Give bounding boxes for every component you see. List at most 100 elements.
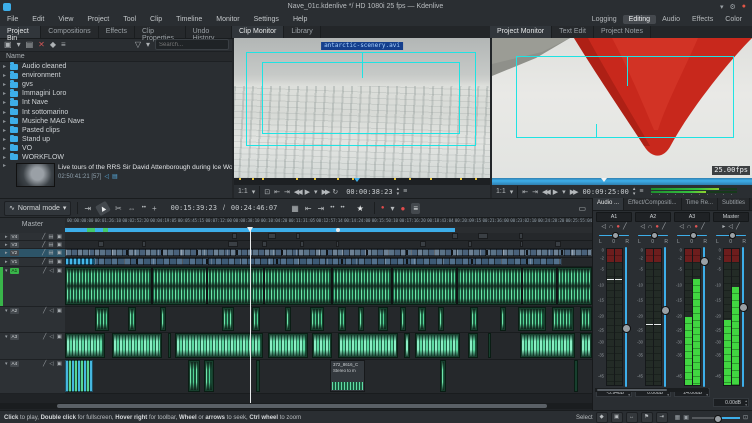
video-clip[interactable]	[268, 233, 276, 239]
bin-folder-row[interactable]: ▸ Int sottomarino	[0, 107, 232, 116]
track-lane-a3[interactable]	[65, 333, 592, 360]
track-header-a3[interactable]: ▾ A3 ╱ ◁ ▣	[0, 333, 65, 360]
speaker-icon[interactable]: ◁	[49, 361, 53, 368]
timeline-scrollbar[interactable]	[0, 403, 592, 409]
video-clip[interactable]	[478, 233, 488, 239]
film-icon[interactable]: ▤	[48, 234, 53, 241]
bin-folder-row[interactable]: ▸ Audio cleaned	[0, 62, 232, 71]
audio-clip[interactable]	[285, 307, 291, 331]
razor-tool-icon[interactable]: ✂	[115, 204, 122, 213]
rewind-icon[interactable]: ◀◀	[542, 188, 551, 196]
audio-clip[interactable]	[500, 307, 506, 331]
lock-icon[interactable]: ▣	[57, 334, 62, 341]
forward-icon[interactable]: ▶▶	[570, 188, 579, 196]
volume-fader[interactable]	[742, 247, 744, 387]
edit-icon[interactable]: ╱	[736, 223, 740, 230]
play-dropdown-icon[interactable]: ▾	[562, 188, 566, 196]
window-shade-icon[interactable]: ▾	[720, 3, 724, 11]
fader-knob[interactable]	[700, 256, 709, 266]
master-track-label[interactable]: Master	[0, 218, 65, 234]
film-icon[interactable]: ▤	[48, 259, 53, 266]
mute-icon[interactable]: ◁	[728, 223, 733, 230]
record-arm-icon[interactable]: ●	[655, 224, 659, 230]
forward-icon[interactable]: ▶▶	[322, 188, 331, 196]
edit-track-icon[interactable]: ╱	[43, 308, 46, 315]
pan-slider[interactable]	[599, 231, 629, 239]
caret-right-icon[interactable]: ▸	[3, 99, 10, 106]
mixer-toggle-icon[interactable]: ≡	[411, 202, 420, 214]
caret-right-icon[interactable]: ▸	[3, 162, 6, 186]
bin-folder-row[interactable]: ▸ Musiche MAG Nave	[0, 116, 232, 126]
tab-audio[interactable]: Audio ...	[593, 198, 625, 210]
video-clip[interactable]	[65, 258, 95, 265]
audio-clip[interactable]	[256, 360, 260, 392]
video-clip[interactable]	[468, 241, 472, 247]
audio-clip-strip[interactable]	[65, 267, 592, 305]
favorite-effects-icon[interactable]: ★	[357, 204, 364, 213]
video-clip-strip[interactable]	[65, 249, 592, 256]
track-lane-v1[interactable]	[65, 258, 592, 267]
tab-compositions[interactable]: Compositions	[41, 26, 99, 38]
bin-folder-row[interactable]: ▸ environment	[0, 71, 232, 80]
edit-track-icon[interactable]: ╱	[42, 234, 45, 241]
thumbnails-icon[interactable]: ▦	[291, 204, 299, 213]
timeline-ruler[interactable]: 00:00:00:00 00:01:26:10 00:02:52:20 00:04:1…	[65, 218, 592, 227]
caret-down-icon[interactable]: ▾	[5, 308, 8, 315]
audio-clip[interactable]	[95, 307, 109, 331]
audio-clip[interactable]	[65, 360, 93, 392]
caret-right-icon[interactable]: ▸	[3, 136, 10, 143]
timecode-spinner-icon[interactable]: ▴ ▾	[397, 186, 400, 197]
track-header-a1[interactable]: ▾ A1 ╱ ◁ ▣	[0, 267, 65, 307]
lock-icon[interactable]: ▣	[57, 268, 62, 275]
menu-timeline[interactable]: Timeline	[169, 16, 209, 23]
zoom-dropdown-icon[interactable]: ▾	[510, 188, 514, 196]
timeline-zoom-slider[interactable]	[691, 413, 740, 423]
playhead-marker[interactable]	[247, 227, 253, 232]
tag-filter-button[interactable]: ◆	[595, 412, 608, 423]
solo-icon[interactable]: ∩	[648, 224, 652, 230]
pan-knob[interactable]	[689, 232, 697, 239]
edit-mode-combo[interactable]: ∿ Normal mode ▾	[4, 200, 72, 216]
audio-clip[interactable]	[468, 333, 478, 358]
audio-clip[interactable]	[112, 333, 162, 358]
zone-in-icon[interactable]: ⇤	[274, 188, 280, 196]
track-header-v3[interactable]: ▸ V3 ╱ ▤ ▣	[0, 241, 65, 249]
tab-project-notes[interactable]: Project Notes	[593, 26, 651, 38]
loop-zone-icon[interactable]: ↻	[332, 188, 338, 196]
tab-project-bin[interactable]: Project Bin	[0, 26, 42, 42]
play-dropdown-icon[interactable]: ▾	[314, 188, 318, 196]
audio-clip[interactable]	[338, 307, 346, 331]
caret-right-icon[interactable]: ▸	[5, 250, 8, 257]
zoom-dropdown-icon[interactable]: ▾	[252, 188, 256, 196]
caret-right-icon[interactable]: ▸	[5, 242, 8, 249]
workspace-color[interactable]: Color	[719, 15, 748, 24]
zone-out-icon[interactable]: ⇥	[284, 188, 290, 196]
selection-tool-icon[interactable]: ▲	[95, 200, 111, 216]
track-header-v2[interactable]: ▸ V2 ╱ ▤ ▣	[0, 249, 65, 258]
lock-icon[interactable]: ▣	[57, 259, 62, 266]
track-lane-v3[interactable]	[65, 241, 592, 249]
caret-right-icon[interactable]: ▸	[3, 127, 10, 134]
tab-undo-history[interactable]: Undo History	[185, 26, 232, 42]
audio-clip[interactable]	[188, 360, 200, 392]
spin-down-icon[interactable]: ▾	[628, 393, 630, 397]
bin-folder-row[interactable]: ▸ Pasted clips	[0, 125, 232, 135]
audio-clip[interactable]	[168, 333, 171, 358]
speaker-icon[interactable]: ◁	[49, 308, 53, 315]
video-clip[interactable]	[300, 241, 304, 247]
spin-down-icon[interactable]: ▾	[706, 393, 708, 397]
filter-icon[interactable]: ▽	[135, 40, 141, 49]
video-clip-strip[interactable]	[65, 258, 562, 265]
video-clip[interactable]	[519, 233, 523, 239]
caret-right-icon[interactable]: ▸	[3, 72, 10, 79]
view-mode-icon[interactable]: ≡	[61, 40, 66, 49]
audio-clip[interactable]	[552, 307, 574, 331]
video-clip[interactable]	[232, 233, 237, 239]
audio-clip[interactable]	[580, 307, 592, 331]
lock-icon[interactable]: ▣	[57, 234, 62, 241]
clip-monitor-video[interactable]: antarctic-scenery.avi	[234, 38, 490, 178]
audio-clip[interactable]	[400, 307, 406, 331]
mixer-scrollbar[interactable]	[595, 388, 708, 392]
track-lane-v2[interactable]	[65, 249, 592, 258]
pan-slider[interactable]	[716, 231, 746, 239]
